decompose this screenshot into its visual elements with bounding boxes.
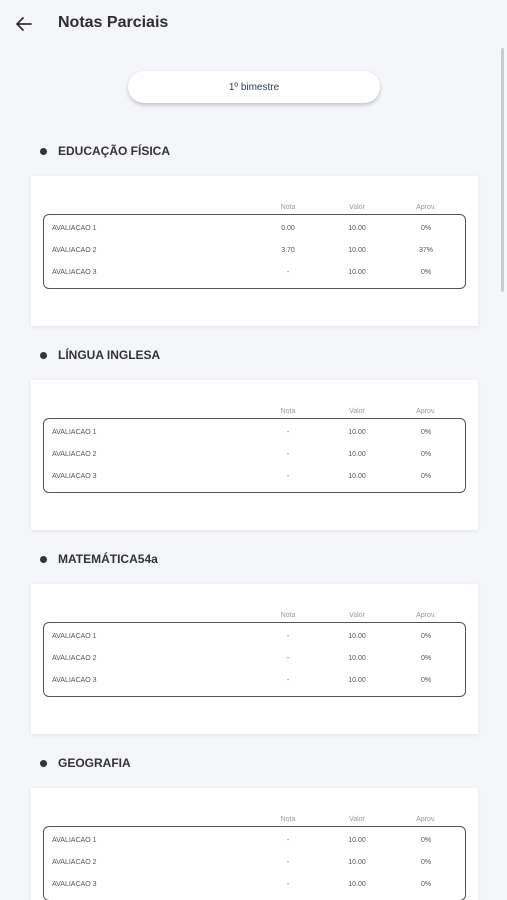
column-header-aprov: Aprov. [416,816,436,823]
subject-title: LÍNGUA INGLESA [40,348,160,362]
subject-title: GEOGRAFIA [40,756,131,770]
valor-value: 10.00 [348,881,366,888]
column-header-nota: Nota [280,816,296,823]
aprov-value: 0% [420,655,432,662]
valor-value: 10.00 [348,247,366,254]
aprov-value: 0% [420,473,432,480]
table-row: AVALIACAO 2 3.70 10.00 37% [44,245,465,259]
table-row: AVALIACAO 2 - 10.00 0% [44,653,465,667]
grades-table: AVALIACAO 1 - 10.00 0% AVALIACAO 2 - 10.… [43,826,466,900]
aprov-value: 0% [420,269,432,276]
nota-value: - [286,837,290,844]
bullet-dot-icon [40,759,47,767]
table-row: AVALIACAO 3 - 10.00 0% [44,879,465,893]
valor-value: 10.00 [348,837,366,844]
column-header-aprov: Aprov. [416,204,436,211]
subject-title: EDUCAÇÃO FÍSICA [40,144,170,158]
table-row: AVALIACAO 3 - 10.00 0% [44,675,465,689]
table-row: AVALIACAO 2 - 10.00 0% [44,449,465,463]
aprov-value: 0% [420,837,432,844]
back-button[interactable] [12,12,36,36]
assessment-name: AVALIACAO 2 [52,451,97,458]
nota-value: - [286,451,290,458]
assessment-name: AVALIACAO 1 [52,633,97,640]
grades-table: AVALIACAO 1 - 10.00 0% AVALIACAO 2 - 10.… [43,622,466,697]
table-row: AVALIACAO 1 - 10.00 0% [44,835,465,849]
scrollbar[interactable] [501,48,504,292]
valor-value: 10.00 [348,655,366,662]
subject-name: MATEMÁTICA54a [58,552,158,566]
aprov-value: 0% [420,859,432,866]
column-header-nota: Nota [280,612,296,619]
nota-value: - [286,633,290,640]
subject-title: MATEMÁTICA54a [40,552,158,566]
column-header-valor: Valor [349,204,365,211]
aprov-value: 0% [420,225,432,232]
page: Notas Parciais 1º bimestre EDUCAÇÃO FÍSI… [0,0,507,900]
assessment-name: AVALIACAO 3 [52,473,97,480]
column-header-nota: Nota [280,408,296,415]
valor-value: 10.00 [348,677,366,684]
table-row: AVALIACAO 1 - 10.00 0% [44,427,465,441]
table-row: AVALIACAO 3 - 10.00 0% [44,471,465,485]
assessment-name: AVALIACAO 2 [52,655,97,662]
column-header-valor: Valor [349,816,365,823]
subject-card: Nota Valor Aprov. AVALIACAO 1 - 10.00 0%… [31,788,478,900]
valor-value: 10.00 [348,859,366,866]
valor-value: 10.00 [348,473,366,480]
assessment-name: AVALIACAO 3 [52,269,97,276]
subject-name: EDUCAÇÃO FÍSICA [58,144,171,158]
valor-value: 10.00 [348,451,366,458]
assessment-name: AVALIACAO 2 [52,247,97,254]
assessment-name: AVALIACAO 1 [52,225,97,232]
subject-card: Nota Valor Aprov. AVALIACAO 1 0.00 10.00… [31,176,478,326]
nota-value: - [286,429,290,436]
aprov-value: 0% [420,429,432,436]
nota-value: - [286,269,290,276]
period-selector-button[interactable]: 1º bimestre [128,71,380,103]
arrow-left-icon [16,17,32,31]
assessment-name: AVALIACAO 2 [52,859,97,866]
valor-value: 10.00 [348,429,366,436]
table-row: AVALIACAO 3 - 10.00 0% [44,267,465,281]
subject-card: Nota Valor Aprov. AVALIACAO 1 - 10.00 0%… [31,380,478,530]
valor-value: 10.00 [348,633,366,640]
column-header-valor: Valor [349,408,365,415]
app-header: Notas Parciais [0,0,507,48]
column-header-valor: Valor [349,612,365,619]
table-row: AVALIACAO 1 0.00 10.00 0% [44,223,465,237]
aprov-value: 0% [420,633,432,640]
assessment-name: AVALIACAO 3 [52,677,97,684]
table-row: AVALIACAO 2 - 10.00 0% [44,857,465,871]
subject-card: Nota Valor Aprov. AVALIACAO 1 - 10.00 0%… [31,584,478,734]
assessment-name: AVALIACAO 1 [52,429,97,436]
aprov-value: 37% [418,247,433,254]
column-header-nota: Nota [280,204,296,211]
bullet-dot-icon [40,147,47,155]
grades-table: AVALIACAO 1 - 10.00 0% AVALIACAO 2 - 10.… [43,418,466,493]
page-title: Notas Parciais [58,14,169,31]
nota-value: - [286,677,290,684]
bullet-dot-icon [40,555,47,563]
table-row: AVALIACAO 1 - 10.00 0% [44,631,465,645]
column-header-aprov: Aprov. [416,408,436,415]
assessment-name: AVALIACAO 1 [52,837,97,844]
aprov-value: 0% [420,451,432,458]
nota-value: - [286,859,290,866]
subject-name: LÍNGUA INGLESA [58,348,161,362]
column-header-aprov: Aprov. [416,612,436,619]
nota-value: 3.70 [281,247,295,254]
nota-value: - [286,473,290,480]
nota-value: 0.00 [281,225,295,232]
aprov-value: 0% [420,677,432,684]
valor-value: 10.00 [348,269,366,276]
bullet-dot-icon [40,351,47,359]
grades-table: AVALIACAO 1 0.00 10.00 0% AVALIACAO 2 3.… [43,214,466,289]
valor-value: 10.00 [348,225,366,232]
nota-value: - [286,655,290,662]
assessment-name: AVALIACAO 3 [52,881,97,888]
aprov-value: 0% [420,881,432,888]
nota-value: - [286,881,290,888]
subject-name: GEOGRAFIA [58,756,131,770]
